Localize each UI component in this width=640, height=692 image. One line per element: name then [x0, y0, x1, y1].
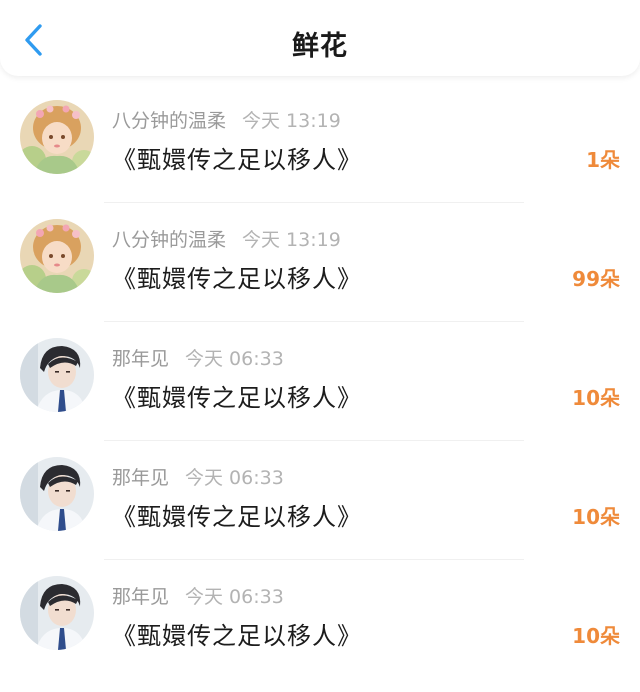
sender-info: 那年见 今天 06:33	[112, 582, 284, 609]
list-item[interactable]: 那年见 今天 06:33 《甄嬛传之足以移人》 10朵	[0, 441, 640, 560]
sender-info: 那年见 今天 06:33	[112, 344, 284, 371]
book-title[interactable]: 《甄嬛传之足以移人》	[112, 259, 362, 294]
flower-list: 八分钟的温柔 今天 13:19 《甄嬛传之足以移人》 1朵 八分钟的温柔 今天 …	[0, 84, 640, 679]
list-item[interactable]: 那年见 今天 06:33 《甄嬛传之足以移人》 10朵	[0, 560, 640, 679]
list-item[interactable]: 八分钟的温柔 今天 13:19 《甄嬛传之足以移人》 1朵	[0, 84, 640, 203]
sender-info: 八分钟的温柔 今天 13:19	[112, 106, 341, 133]
man-avatar-icon[interactable]	[20, 457, 94, 531]
sender-info: 八分钟的温柔 今天 13:19	[112, 225, 341, 252]
top-bar: 鲜花	[0, 0, 640, 76]
flower-count: 1朵	[586, 148, 620, 172]
man-avatar-icon[interactable]	[20, 576, 94, 650]
man-avatar-icon[interactable]	[20, 338, 94, 412]
book-title[interactable]: 《甄嬛传之足以移人》	[112, 378, 362, 413]
flower-count: 10朵	[572, 386, 620, 410]
list-item[interactable]: 那年见 今天 06:33 《甄嬛传之足以移人》 10朵	[0, 322, 640, 441]
flower-count: 99朵	[572, 267, 620, 291]
send-time: 今天 06:33	[185, 586, 284, 608]
flowers-screen: 鲜花 八分钟的温柔 今天 13:19 《甄嬛传之足以移人》 1朵 八分钟的温柔 …	[0, 0, 640, 692]
flower-count: 10朵	[572, 505, 620, 529]
sender-name[interactable]: 那年见	[112, 467, 169, 489]
sender-name[interactable]: 那年见	[112, 586, 169, 608]
book-title[interactable]: 《甄嬛传之足以移人》	[112, 140, 362, 175]
sender-name[interactable]: 那年见	[112, 348, 169, 370]
page-title: 鲜花	[292, 31, 348, 62]
girl-avatar-icon[interactable]	[20, 219, 94, 293]
send-time: 今天 13:19	[242, 229, 341, 251]
sender-name[interactable]: 八分钟的温柔	[112, 110, 226, 132]
girl-avatar-icon[interactable]	[20, 100, 94, 174]
send-time: 今天 13:19	[242, 110, 341, 132]
list-item[interactable]: 八分钟的温柔 今天 13:19 《甄嬛传之足以移人》 99朵	[0, 203, 640, 322]
send-time: 今天 06:33	[185, 467, 284, 489]
sender-info: 那年见 今天 06:33	[112, 463, 284, 490]
book-title[interactable]: 《甄嬛传之足以移人》	[112, 497, 362, 532]
send-time: 今天 06:33	[185, 348, 284, 370]
flower-count: 10朵	[572, 624, 620, 648]
book-title[interactable]: 《甄嬛传之足以移人》	[112, 616, 362, 651]
sender-name[interactable]: 八分钟的温柔	[112, 229, 226, 251]
